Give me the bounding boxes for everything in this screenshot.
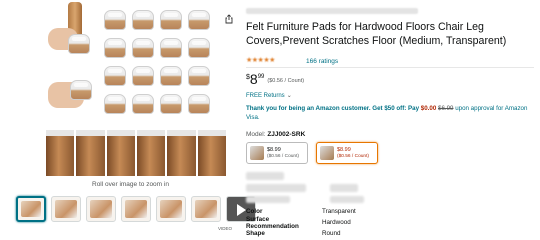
variant-swatch-1[interactable]: $8.99 ($0.56 / Count) xyxy=(246,142,308,164)
zoom-caption: Roll over image to zoom in xyxy=(92,181,169,188)
leg-cap-image xyxy=(104,66,126,86)
promo-lead: Thank you for being an Amazon customer. … xyxy=(246,105,421,112)
variant-unit-price: ($0.56 / Count) xyxy=(267,154,299,159)
blurred-content xyxy=(246,196,290,203)
credit-card-promo: Thank you for being an Amazon customer. … xyxy=(246,104,536,122)
main-product-image[interactable] xyxy=(46,2,226,122)
attribute-value: Hardwood xyxy=(322,219,351,226)
variant-thumbnail xyxy=(320,146,334,160)
free-returns-label: FREE Returns xyxy=(246,93,285,99)
leg-cap-image xyxy=(160,94,182,114)
model-label-value: ZJJ002-SRK xyxy=(267,131,306,138)
leg-cap-image xyxy=(160,66,182,86)
attribute-value: Round xyxy=(322,230,341,237)
free-returns-link[interactable]: FREE Returns ⌄ xyxy=(246,92,292,99)
price: $ 8 99 ($0.56 / Count) xyxy=(246,72,304,86)
model-label-key: Model: xyxy=(246,131,266,138)
attribute-key: Shape xyxy=(246,230,265,237)
star-icon[interactable]: ★★★★★ xyxy=(246,56,275,64)
product-photo-hand xyxy=(46,2,102,120)
blurred-content xyxy=(246,184,306,192)
leg-cap-image xyxy=(104,38,126,58)
share-icon[interactable] xyxy=(224,14,234,24)
product-photo-caps-grid xyxy=(104,10,226,122)
leg-cap-image xyxy=(188,66,210,86)
product-attributes-table: Color Transparent Surface Recommendation… xyxy=(246,206,356,239)
leg-cap-image xyxy=(104,94,126,114)
leg-cap-image xyxy=(188,38,210,58)
promo-original-amount: $6.99 xyxy=(438,105,454,112)
variant-unit-price: ($0.56 / Count) xyxy=(337,154,369,159)
thumbnail-6[interactable] xyxy=(191,196,221,222)
attribute-key: Surface Recommendation xyxy=(246,215,299,230)
price-per-unit: ($0.56 / Count) xyxy=(267,78,305,84)
product-photo-legs xyxy=(46,130,226,176)
leg-cap-image xyxy=(132,94,154,114)
leg-cap-image xyxy=(104,10,126,30)
leg-cap-image xyxy=(132,10,154,30)
thumbnail-3[interactable] xyxy=(86,196,116,222)
attribute-row: Surface Recommendation Hardwood xyxy=(246,215,356,230)
variant-price: $8.99 xyxy=(267,147,281,153)
leg-cap-image xyxy=(160,10,182,30)
blurred-content xyxy=(246,172,284,180)
leg-cap-image xyxy=(188,10,210,30)
variant-price: $8.99 xyxy=(337,147,351,153)
blurred-content xyxy=(330,196,364,203)
divider xyxy=(246,67,534,68)
thumbnail-2[interactable] xyxy=(51,196,81,222)
brand-store-link-blurred[interactable] xyxy=(246,8,418,14)
thumbnail-5[interactable] xyxy=(156,196,186,222)
attribute-value: Transparent xyxy=(322,208,356,215)
variant-swatch-2-selected[interactable]: $8.99 ($0.56 / Count) xyxy=(316,142,378,164)
attribute-row: Shape Round xyxy=(246,228,356,239)
thumbnail-4[interactable] xyxy=(121,196,151,222)
leg-cap-image xyxy=(132,38,154,58)
model-label: Model: ZJJ002-SRK xyxy=(246,131,305,138)
product-title: Felt Furniture Pads for Hardwood Floors … xyxy=(246,21,507,47)
price-whole: 8 xyxy=(249,71,258,87)
leg-cap-image xyxy=(188,94,210,114)
rating-row: ★★★★★ xyxy=(246,56,275,64)
chevron-down-icon: ⌄ xyxy=(286,93,292,99)
ratings-count-link[interactable]: 166 ratings xyxy=(306,58,338,65)
attribute-key: Color xyxy=(246,208,263,215)
promo-pay-amount: $0.00 xyxy=(420,105,437,112)
thumbnail-1[interactable] xyxy=(16,196,46,222)
blurred-content xyxy=(330,184,358,192)
leg-cap-image xyxy=(160,38,182,58)
leg-cap-image xyxy=(132,66,154,86)
play-icon xyxy=(237,204,246,216)
price-fraction: 99 xyxy=(257,74,265,80)
variant-thumbnail xyxy=(250,146,264,160)
thumbnail-strip xyxy=(16,196,256,222)
video-label: VIDEO xyxy=(218,226,233,231)
